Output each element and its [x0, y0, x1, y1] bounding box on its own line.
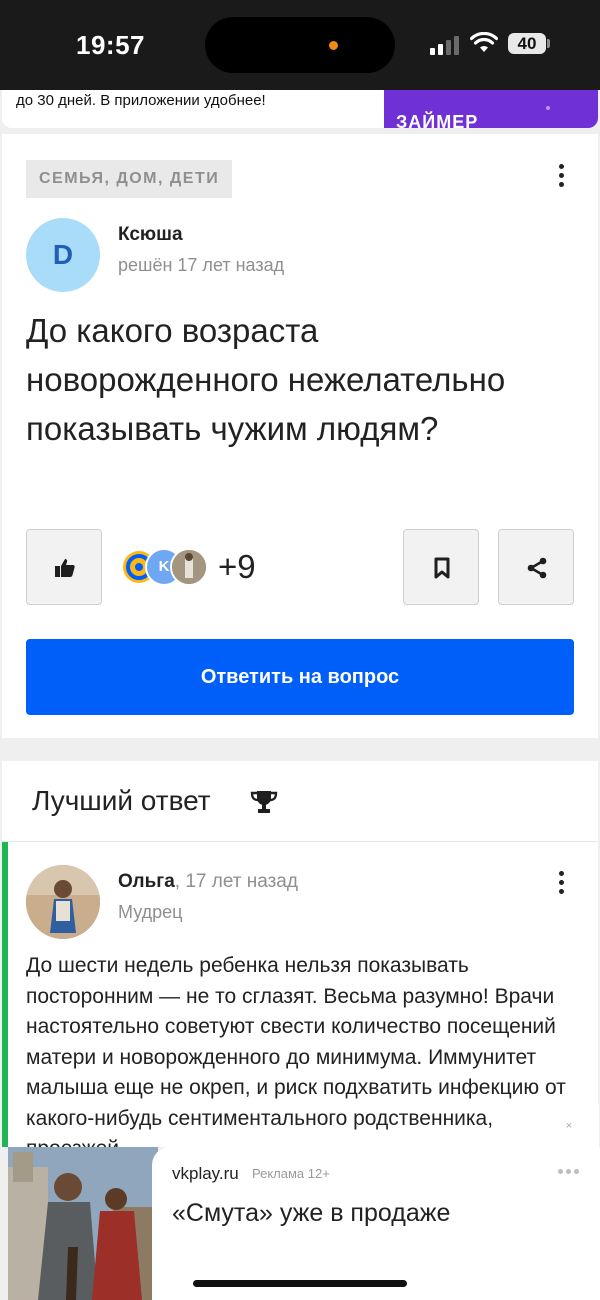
status-time: 19:57 — [76, 30, 145, 60]
top-ad-brand-label: ЗАЙМЕР — [396, 112, 479, 128]
liker-avatar — [170, 548, 208, 586]
top-ad-text: до 30 дней. В приложении удобнее! — [16, 92, 266, 109]
question-meta: решён 17 лет назад — [118, 255, 285, 275]
status-bar: 19:57 40 — [0, 0, 600, 90]
bookmark-icon — [434, 557, 450, 579]
wifi-icon — [470, 32, 498, 52]
likers-count[interactable]: +9 — [218, 548, 256, 586]
answer-author[interactable]: Ольга, 17 лет назад — [118, 871, 298, 893]
bookmark-button[interactable] — [403, 529, 479, 605]
question-card: СЕМЬЯ, ДОМ, ДЕТИ D Ксюша решён 17 лет на… — [2, 134, 598, 738]
battery-icon: 40 — [508, 33, 546, 54]
answer-time: , 17 лет назад — [174, 871, 298, 892]
avatar[interactable]: D — [26, 218, 100, 292]
likers-avatars[interactable]: K — [120, 548, 210, 586]
dynamic-island — [205, 17, 395, 73]
answer-author-name[interactable]: Ольга — [118, 871, 175, 892]
signal-icon — [430, 35, 462, 55]
answer-question-button[interactable]: Ответить на вопрос — [26, 639, 574, 715]
ad-title: «Смута» уже в продаже — [172, 1199, 451, 1227]
best-answer-accent-bar — [2, 842, 8, 1162]
battery-tip — [547, 39, 550, 48]
share-icon — [527, 557, 547, 579]
answer-author-rank: Мудрец — [118, 902, 183, 922]
close-ad-button[interactable]: × — [539, 1104, 599, 1148]
category-badge[interactable]: СЕМЬЯ, ДОМ, ДЕТИ — [26, 160, 233, 198]
bottom-ad-banner[interactable]: vkplay.ru Реклама 12+ «Смута» уже в прод… — [0, 1147, 600, 1300]
like-button[interactable] — [26, 529, 102, 605]
trophy-icon — [250, 791, 278, 813]
share-button[interactable] — [498, 529, 574, 605]
more-vertical-icon[interactable] — [559, 164, 565, 188]
top-ad-brand-panel[interactable]: ЗАЙМЕР — [384, 90, 598, 128]
top-ad-text-panel[interactable]: до 30 дней. В приложении удобнее! — [2, 90, 392, 128]
ad-domain: vkplay.ru — [172, 1164, 239, 1183]
question-title: До какого возраста новорожденного нежела… — [26, 312, 506, 447]
recording-indicator-icon — [329, 41, 338, 50]
home-indicator[interactable] — [193, 1280, 407, 1287]
ad-content-panel[interactable]: vkplay.ru Реклама 12+ «Смута» уже в прод… — [152, 1147, 600, 1300]
decorative-dot — [546, 106, 550, 110]
ad-marker: Реклама 12+ — [252, 1166, 330, 1181]
top-ad-banner[interactable]: до 30 дней. В приложении удобнее! ЗАЙМЕР — [0, 90, 600, 128]
ad-image[interactable] — [8, 1147, 158, 1300]
thumbs-up-icon — [55, 559, 75, 577]
avatar[interactable] — [26, 865, 100, 939]
author-name[interactable]: Ксюша — [118, 224, 183, 246]
divider — [2, 841, 598, 842]
answer-text: До шести недель ребенка нельзя показыват… — [26, 954, 566, 1160]
best-answer-card: Лучший ответ Ольга, 17 лет назад Мудрец … — [2, 761, 598, 1162]
more-horizontal-icon[interactable] — [558, 1169, 580, 1175]
best-answer-heading: Лучший ответ — [32, 785, 211, 816]
more-vertical-icon[interactable] — [559, 871, 565, 895]
